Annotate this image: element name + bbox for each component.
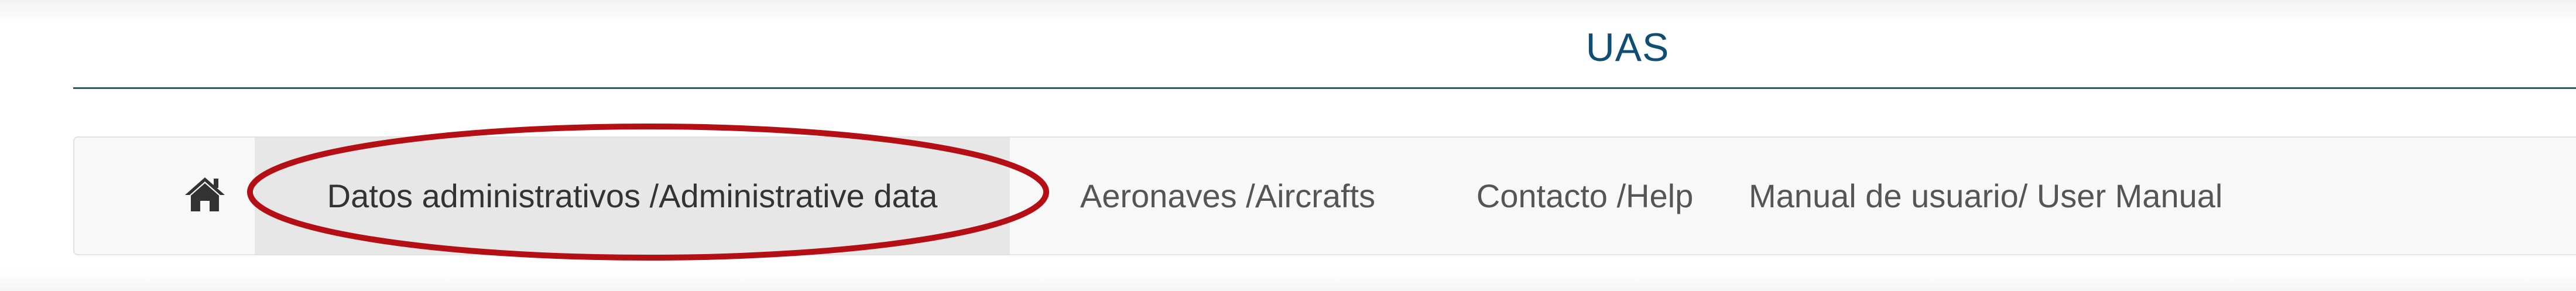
nav-home-link[interactable] [171, 138, 238, 254]
main-navbar: Datos administrativos /Administrative da… [73, 136, 2576, 255]
nav-item-aircrafts[interactable]: Aeronaves /Aircrafts [1017, 138, 1438, 254]
nav-item-administrative-data[interactable]: Datos administrativos /Administrative da… [255, 138, 1010, 254]
nav-item-label: Aeronaves /Aircrafts [1080, 177, 1376, 214]
page: UAS Datos administrativos /Administrativ… [0, 0, 2576, 291]
nav-item-label: Datos administrativos /Administrative da… [327, 177, 938, 214]
home-icon [183, 175, 227, 217]
nav-item-label: Contacto /Help [1476, 177, 1694, 214]
title-divider [73, 87, 2576, 89]
nav-item-help[interactable]: Contacto /Help [1438, 138, 1731, 254]
nav-item-label: Manual de usuario/ User Manual [1749, 177, 2223, 214]
nav-item-user-manual[interactable]: Manual de usuario/ User Manual [1734, 138, 2334, 254]
page-title: UAS [1585, 25, 1670, 70]
